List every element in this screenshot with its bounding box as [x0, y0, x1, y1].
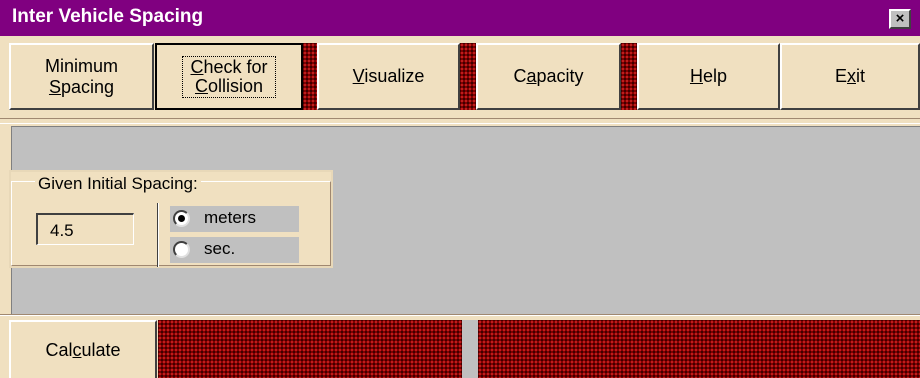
help-button[interactable]: Help	[637, 43, 780, 110]
meters-option[interactable]: meters	[170, 206, 299, 232]
result-gap	[462, 320, 478, 378]
focus-rect: Check for Collision	[182, 55, 276, 98]
sec-label: sec.	[204, 239, 236, 258]
visualize-label: Visualize	[352, 66, 425, 86]
radio-unselected-icon[interactable]	[173, 241, 190, 258]
capacity-button[interactable]: Capacity	[476, 43, 621, 110]
spacing-input[interactable]: 4.5	[36, 213, 134, 245]
bottom-separator	[0, 314, 920, 316]
check-collision-line1: Check for	[190, 56, 268, 77]
sec-option[interactable]: sec.	[170, 237, 299, 263]
help-label: Help	[689, 66, 728, 86]
close-icon: ×	[895, 10, 905, 27]
toolbar-separator	[0, 118, 920, 124]
result-panel-right	[478, 320, 920, 378]
radio-selected-icon[interactable]	[173, 210, 190, 227]
calculate-label: Calculate	[45, 339, 121, 360]
minimum-spacing-line1: Minimum	[44, 55, 118, 76]
spacing-frame-legend: Given Initial Spacing:	[35, 174, 201, 194]
frame-divider	[157, 203, 159, 267]
calculate-button[interactable]: Calculate	[9, 320, 157, 378]
radio-dot-icon	[178, 215, 185, 222]
check-collision-button[interactable]: Check for Collision	[155, 43, 303, 110]
capacity-label: Capacity	[513, 66, 584, 86]
close-button[interactable]: ×	[889, 9, 911, 29]
visualize-button[interactable]: Visualize	[317, 43, 460, 110]
minimum-spacing-button[interactable]: Minimum Spacing	[9, 43, 154, 110]
meters-label: meters	[204, 208, 256, 227]
toolbar-spacer	[460, 43, 476, 110]
check-collision-line2: Collision	[194, 75, 264, 96]
result-panel-left	[158, 320, 462, 378]
toolbar-spacer	[621, 43, 637, 110]
window-title: Inter Vehicle Spacing	[12, 6, 204, 27]
toolbar-spacer	[303, 43, 317, 110]
exit-button[interactable]: Exit	[780, 43, 920, 110]
exit-label: Exit	[834, 66, 865, 86]
minimum-spacing-line2: Spacing	[48, 76, 115, 97]
